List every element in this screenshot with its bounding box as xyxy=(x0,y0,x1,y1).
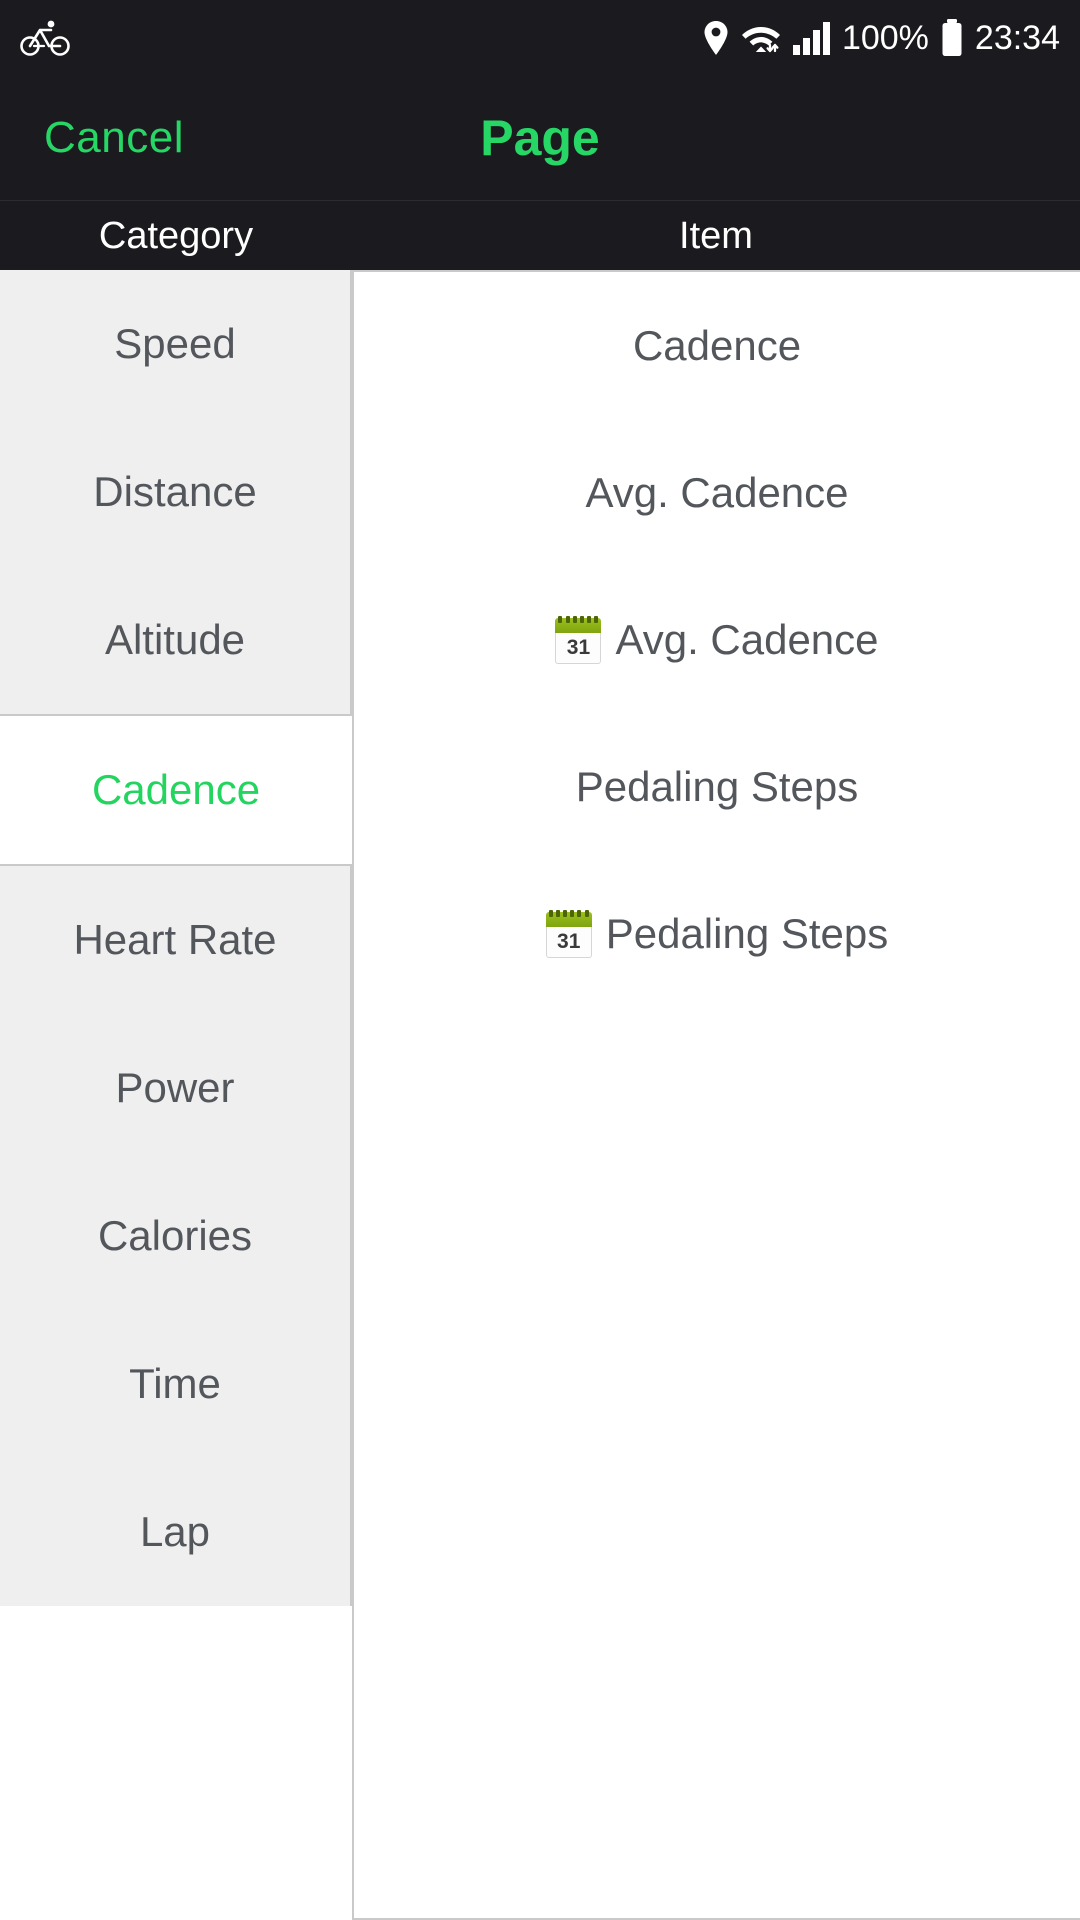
item-row[interactable]: Pedaling Steps xyxy=(354,713,1080,860)
item-label: Avg. Cadence xyxy=(615,615,879,663)
category-group-upper: Speed Distance Altitude xyxy=(0,270,352,716)
category-label: Power xyxy=(115,1064,235,1111)
battery-full-icon xyxy=(939,18,965,58)
battery-percent-label: 100% xyxy=(841,18,929,57)
category-label: Distance xyxy=(93,468,257,515)
category-item-speed[interactable]: Speed xyxy=(0,270,350,418)
category-column[interactable]: Speed Distance Altitude Cadence Heart Ra… xyxy=(0,270,352,1920)
cellular-signal-icon xyxy=(792,19,832,57)
category-group-lower: Heart Rate Power Calories Time Lap xyxy=(0,864,352,1606)
category-label: Lap xyxy=(139,1508,211,1555)
category-item-power[interactable]: Power xyxy=(0,1014,350,1162)
location-pin-icon xyxy=(702,19,730,57)
calendar-icon: 31 xyxy=(545,909,592,958)
calendar-icon: 31 xyxy=(555,615,602,664)
status-bar: 100% 23:34 xyxy=(0,0,1080,76)
category-label: Heart Rate xyxy=(73,916,277,963)
category-label: Time xyxy=(129,1360,221,1407)
category-item-calories[interactable]: Calories xyxy=(0,1162,350,1310)
category-item-lap[interactable]: Lap xyxy=(0,1458,350,1606)
category-item-distance[interactable]: Distance xyxy=(0,418,350,566)
item-row[interactable]: Avg. Cadence xyxy=(354,419,1080,566)
category-label: Calories xyxy=(97,1212,253,1259)
category-item-altitude[interactable]: Altitude xyxy=(0,566,350,714)
category-label: Cadence xyxy=(91,766,261,813)
item-label: Pedaling Steps xyxy=(575,762,859,810)
calendar-day-label: 31 xyxy=(555,632,602,664)
item-column[interactable]: Cadence Avg. Cadence 31 Avg. Cadence Ped… xyxy=(352,270,1080,1920)
item-label: Pedaling Steps xyxy=(605,909,889,957)
category-selected-wrapper: Cadence xyxy=(0,716,352,864)
item-row[interactable]: Cadence xyxy=(354,272,1080,419)
wifi-icon xyxy=(740,19,782,57)
page-title: Page xyxy=(480,110,600,166)
category-column-header: Category xyxy=(98,214,254,257)
status-bar-left xyxy=(20,18,70,58)
item-row[interactable]: 31 Avg. Cadence xyxy=(354,566,1080,713)
category-label: Altitude xyxy=(104,616,246,663)
status-bar-right: 100% 23:34 xyxy=(702,18,1060,58)
column-header-row: Category Item xyxy=(0,200,1080,270)
clock-label: 23:34 xyxy=(974,18,1060,57)
category-item-heart-rate[interactable]: Heart Rate xyxy=(0,866,350,1014)
category-item-time[interactable]: Time xyxy=(0,1310,350,1458)
item-label: Avg. Cadence xyxy=(585,468,849,516)
nav-bar: Cancel Page xyxy=(0,76,1080,200)
category-item-cadence[interactable]: Cadence xyxy=(0,716,352,864)
content-area: Speed Distance Altitude Cadence Heart Ra… xyxy=(0,270,1080,1920)
item-label: Cadence xyxy=(632,321,802,369)
calendar-day-label: 31 xyxy=(545,926,592,958)
item-column-header: Item xyxy=(679,214,753,257)
category-label: Speed xyxy=(114,320,236,367)
item-row[interactable]: 31 Pedaling Steps xyxy=(354,860,1080,1007)
bicycle-icon xyxy=(20,18,70,58)
